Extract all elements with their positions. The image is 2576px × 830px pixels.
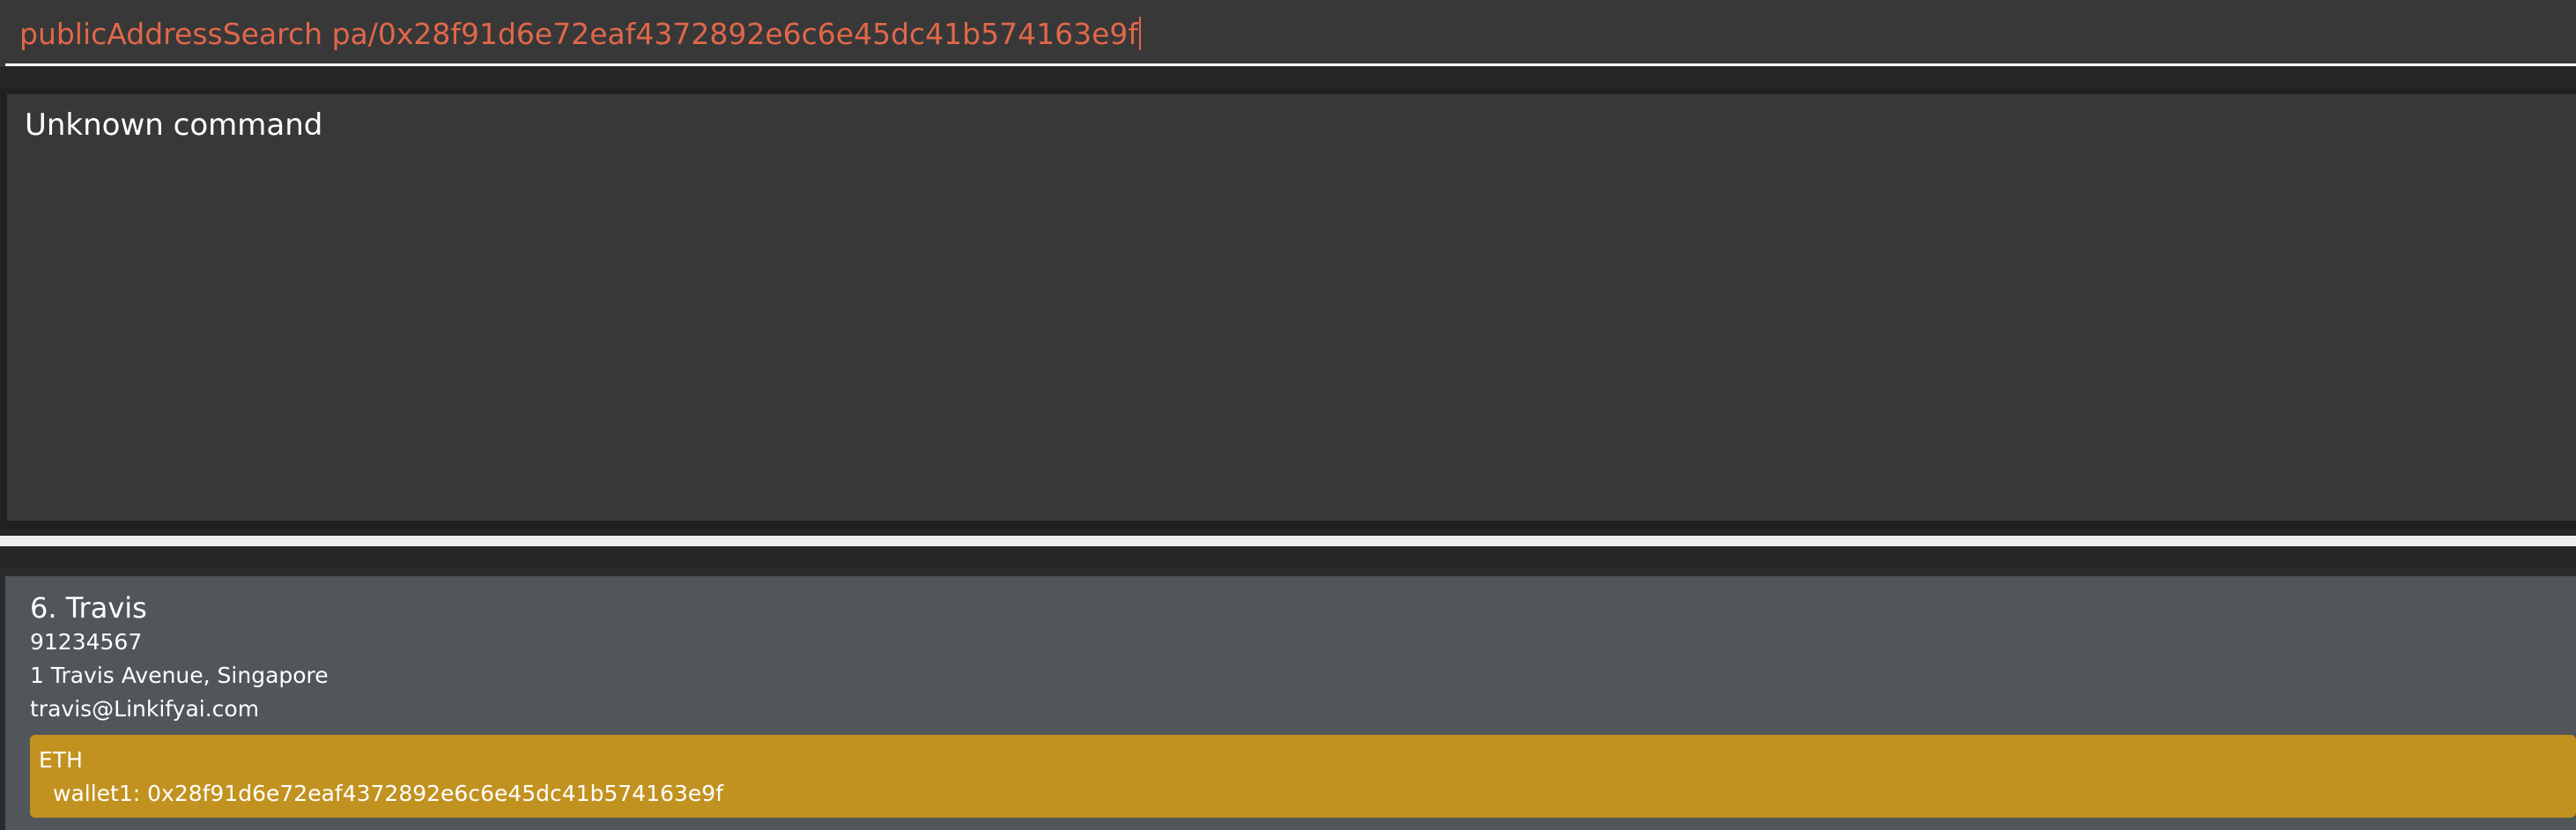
person-email: travis@Linkifyai.com <box>30 696 260 722</box>
wallet-tag: ETH wallet1: 0x28f91d6e72eaf4372892e6c6e… <box>30 735 2576 818</box>
pane-splitter[interactable] <box>0 536 2576 546</box>
person-name: 6. Travis <box>30 591 147 625</box>
command-underline <box>5 63 2576 66</box>
text-caret <box>1138 17 1141 50</box>
command-box[interactable]: publicAddressSearch pa/0x28f91d6e72eaf43… <box>0 0 2576 67</box>
result-display: Unknown command <box>7 94 2576 521</box>
command-text: publicAddressSearch pa/0x28f91d6e72eaf43… <box>19 17 1138 51</box>
command-input[interactable]: publicAddressSearch pa/0x28f91d6e72eaf43… <box>19 12 1141 56</box>
person-card[interactable]: 6. Travis 91234567 1 Travis Avenue, Sing… <box>5 576 2576 830</box>
wallet-network: ETH <box>39 747 83 773</box>
result-message: Unknown command <box>25 107 323 143</box>
splitter-gap <box>0 546 2576 567</box>
person-address: 1 Travis Avenue, Singapore <box>30 663 329 688</box>
person-phone: 91234567 <box>30 629 143 655</box>
app-window: publicAddressSearch pa/0x28f91d6e72eaf43… <box>0 0 2576 830</box>
wallet-address: wallet1: 0x28f91d6e72eaf4372892e6c6e45dc… <box>53 781 723 806</box>
